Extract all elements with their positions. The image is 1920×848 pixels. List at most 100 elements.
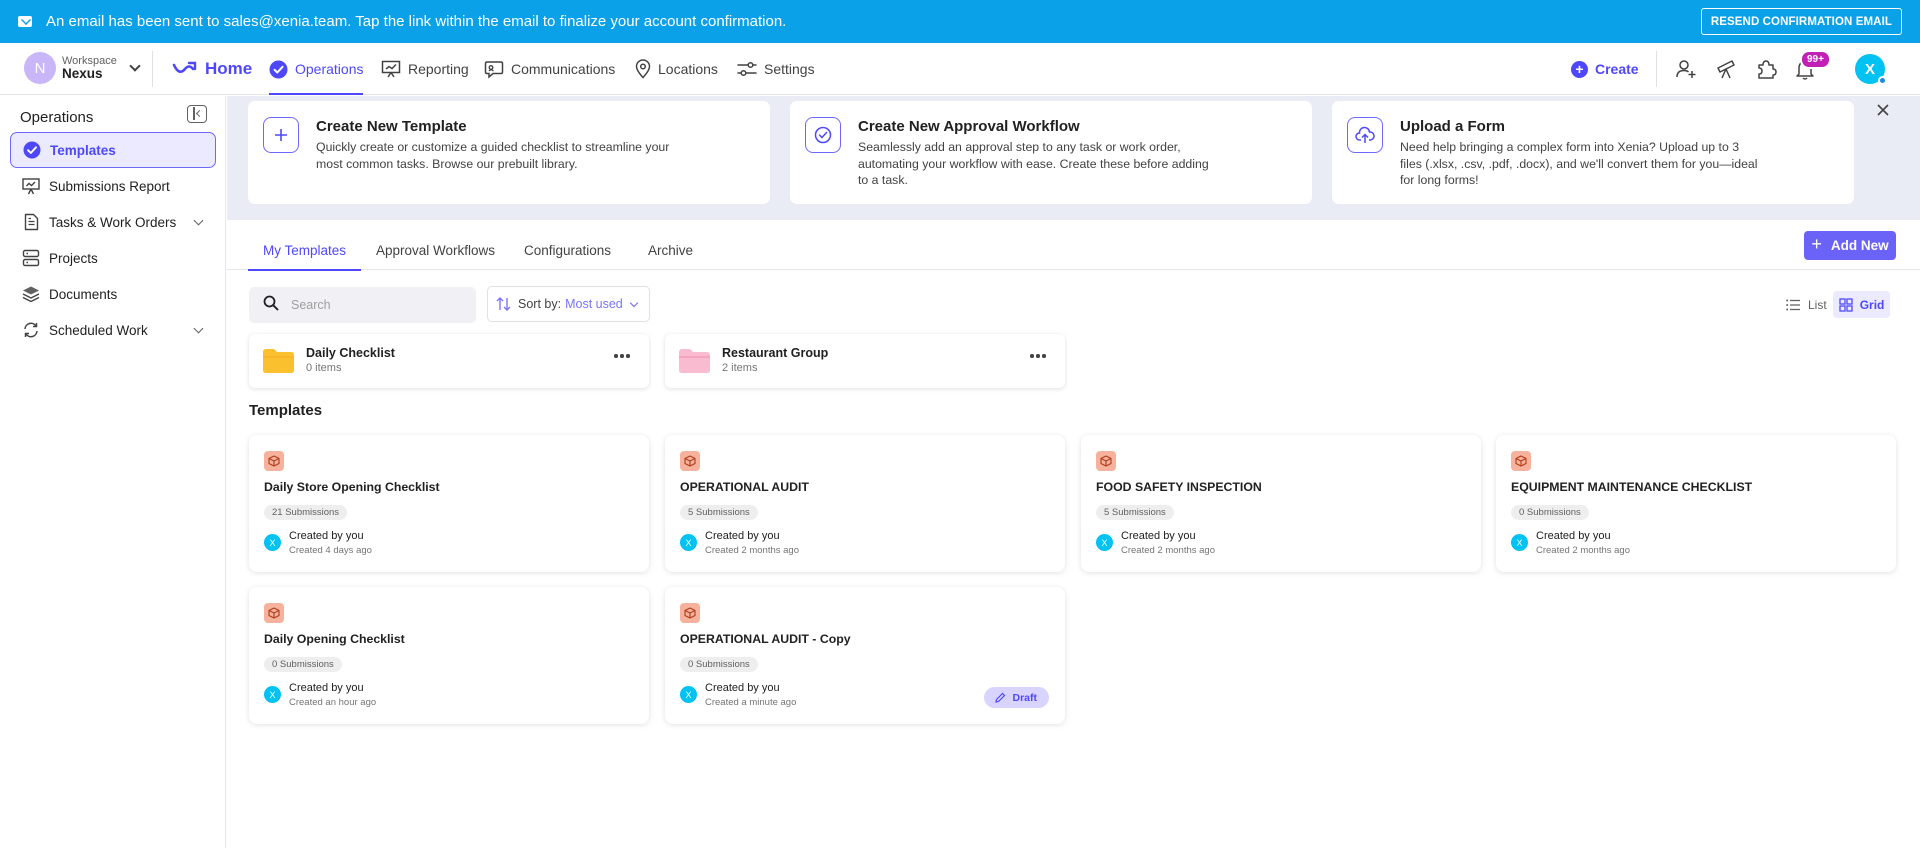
sidebar-heading: Operations: [20, 109, 94, 126]
invite-user-icon[interactable]: [1674, 57, 1698, 81]
tab-configurations[interactable]: Configurations: [524, 230, 611, 270]
nav-communications-label: Communications: [511, 61, 616, 77]
creator-avatar: X: [680, 534, 697, 551]
promo-upload-form[interactable]: Upload a Form Need help bringing a compl…: [1332, 101, 1854, 204]
template-card[interactable]: OPERATIONAL AUDIT 5 Submissions X Create…: [665, 435, 1065, 572]
sidebar-item-templates[interactable]: Templates: [10, 132, 216, 168]
promo-title: Create New Template: [316, 118, 467, 135]
folder-name: Daily Checklist: [306, 346, 395, 360]
created-by: Created by you: [289, 682, 364, 694]
chevron-down-icon: [629, 298, 639, 308]
tab-my-templates[interactable]: My Templates: [247, 230, 362, 271]
promo-create-template[interactable]: Create New Template Quickly create or cu…: [248, 101, 770, 204]
created-at: Created an hour ago: [289, 697, 377, 708]
workspace-switcher[interactable]: N Workspace Nexus: [24, 52, 141, 84]
sidebar-item-documents[interactable]: Documents: [10, 276, 216, 312]
template-name: FOOD SAFETY INSPECTION: [1096, 480, 1262, 494]
mail-icon: [18, 16, 32, 27]
promo-approval-workflow[interactable]: Create New Approval Workflow Seamlessly …: [790, 101, 1312, 204]
chevron-down-icon[interactable]: [193, 323, 204, 334]
sort-dropdown[interactable]: Sort by: Most used: [487, 286, 650, 322]
tab-archive[interactable]: Archive: [648, 230, 693, 270]
created-at: Created 2 months ago: [1121, 545, 1216, 556]
create-label: Create: [1595, 61, 1639, 77]
created-at: Created 2 months ago: [1536, 545, 1631, 556]
more-options-icon[interactable]: [613, 354, 631, 358]
creator-avatar: X: [264, 534, 281, 551]
folder-icon: [679, 349, 710, 373]
template-name: Daily Store Opening Checklist: [264, 480, 440, 494]
template-card[interactable]: Daily Opening Checklist 0 Submissions X …: [249, 587, 649, 724]
section-title: Templates: [249, 402, 323, 419]
workspace-name: Nexus: [62, 65, 103, 81]
sidebar-item-tasks-work-orders[interactable]: Tasks & Work Orders: [10, 204, 216, 240]
divider: [1656, 51, 1657, 87]
sidebar-item-label: Projects: [49, 250, 98, 266]
layers-icon: [22, 285, 40, 303]
sidebar-item-projects[interactable]: Projects: [10, 240, 216, 276]
telescope-icon[interactable]: [1714, 57, 1738, 81]
pencil-icon: [995, 692, 1006, 703]
chevron-down-icon[interactable]: [193, 215, 204, 226]
created-by: Created by you: [705, 530, 780, 542]
nav-operations[interactable]: Operations: [269, 43, 364, 95]
promo-title: Upload a Form: [1400, 118, 1506, 135]
sidebar-item-submissions-report[interactable]: Submissions Report: [10, 168, 216, 204]
plus-icon: +: [1571, 60, 1588, 78]
promo-panel: Create New Template Quickly create or cu…: [227, 96, 1920, 220]
more-options-icon[interactable]: [1029, 354, 1047, 358]
creator-avatar: X: [1096, 534, 1113, 551]
template-name: OPERATIONAL AUDIT: [680, 480, 809, 494]
folder-card[interactable]: Daily Checklist 0 items: [249, 334, 649, 388]
promo-description: Need help bringing a complex form into X…: [1400, 140, 1758, 187]
list-view-button[interactable]: List: [1780, 291, 1833, 318]
template-name: OPERATIONAL AUDIT - Copy: [680, 632, 851, 646]
create-button[interactable]: + Create: [1571, 43, 1639, 95]
nav-locations[interactable]: Locations: [635, 43, 718, 95]
plus-icon: +: [1811, 234, 1822, 254]
search-icon: [263, 295, 279, 316]
plus-icon: [263, 117, 299, 153]
template-card[interactable]: Daily Store Opening Checklist 21 Submiss…: [249, 435, 649, 572]
creator-avatar: X: [680, 686, 697, 703]
grid-view-button[interactable]: Grid: [1832, 291, 1891, 318]
chat-bubble-icon: [484, 60, 504, 79]
sidebar-item-scheduled-work[interactable]: Scheduled Work: [10, 312, 216, 348]
tab-approval-workflows[interactable]: Approval Workflows: [376, 230, 495, 270]
cloud-upload-icon: [1347, 117, 1383, 153]
resend-confirmation-button[interactable]: RESEND CONFIRMATION EMAIL: [1700, 8, 1902, 35]
puzzle-icon[interactable]: [1754, 57, 1778, 81]
online-status-dot: [1878, 76, 1887, 85]
recurring-icon: [22, 321, 40, 339]
folder-count: 0 items: [306, 362, 342, 374]
nav-home[interactable]: Home: [172, 43, 252, 95]
created-by: Created by you: [1536, 530, 1611, 542]
creator-avatar: X: [264, 686, 281, 703]
add-new-button[interactable]: + Add New: [1804, 231, 1896, 260]
sort-label: Sort by:: [518, 297, 562, 311]
promo-description: Quickly create or customize a guided che…: [316, 140, 670, 171]
created-by: Created by you: [1121, 530, 1196, 542]
search-field[interactable]: [249, 287, 476, 323]
nav-settings[interactable]: Settings: [737, 43, 815, 95]
folder-name: Restaurant Group: [722, 346, 829, 360]
template-card[interactable]: FOOD SAFETY INSPECTION 5 Submissions X C…: [1081, 435, 1481, 572]
template-card[interactable]: OPERATIONAL AUDIT - Copy 0 Submissions X…: [665, 587, 1065, 724]
folder-count: 2 items: [722, 362, 758, 374]
divider: [152, 51, 153, 87]
submissions-badge: 5 Submissions: [1096, 505, 1174, 520]
nav-communications[interactable]: Communications: [484, 43, 615, 95]
template-card[interactable]: EQUIPMENT MAINTENANCE CHECKLIST 0 Submis…: [1496, 435, 1896, 572]
nav-operations-label: Operations: [295, 61, 364, 77]
collapse-sidebar-icon[interactable]: [187, 105, 207, 123]
promo-title: Create New Approval Workflow: [858, 118, 1080, 135]
close-icon[interactable]: [1874, 101, 1892, 119]
sidebar-item-label: Documents: [49, 286, 118, 302]
folder-card[interactable]: Restaurant Group 2 items: [665, 334, 1065, 388]
user-avatar[interactable]: X: [1855, 54, 1887, 85]
sort-icon: [496, 297, 512, 311]
search-input[interactable]: [291, 298, 451, 312]
box-icon: [264, 451, 284, 471]
nav-reporting[interactable]: Reporting: [381, 43, 469, 95]
created-by: Created by you: [289, 530, 364, 542]
